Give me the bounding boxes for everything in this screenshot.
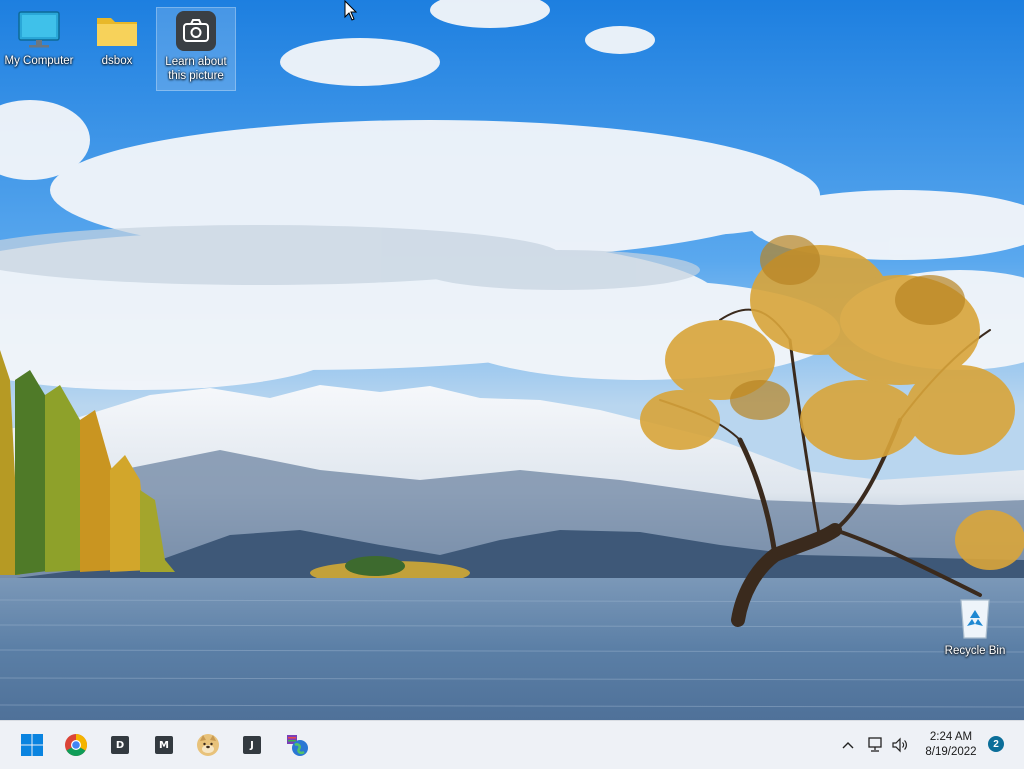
doge-icon bbox=[197, 734, 219, 756]
taskbar-app-m[interactable]: M bbox=[150, 731, 178, 759]
taskbar-app-globe[interactable] bbox=[283, 731, 311, 759]
folder-icon bbox=[97, 18, 137, 46]
desktop: My Computer dsbox Learn about this pictu… bbox=[0, 0, 1024, 720]
globe-icon bbox=[287, 735, 308, 756]
clock-time: 2:24 AM bbox=[929, 731, 973, 743]
speaker-icon bbox=[892, 737, 907, 753]
desktop-icon-my-computer[interactable]: My Computer bbox=[0, 10, 78, 68]
show-hidden-icons-button[interactable] bbox=[838, 721, 858, 769]
volume-button[interactable] bbox=[889, 721, 911, 769]
desktop-icon-dsbox[interactable]: dsbox bbox=[78, 10, 156, 68]
desktop-icon-label: Recycle Bin bbox=[944, 645, 1006, 657]
mouse-cursor-icon bbox=[344, 0, 358, 21]
desktop-icon-label: dsbox bbox=[101, 55, 133, 67]
app-d-icon: D bbox=[111, 736, 129, 754]
taskbar: D M J 2:24 AM 8/19/2022 bbox=[0, 720, 1024, 769]
taskbar-app-doge[interactable] bbox=[194, 731, 222, 759]
desktop-icon-label: Learn about this picture bbox=[165, 56, 227, 82]
chevron-up-icon bbox=[842, 742, 854, 749]
clock-date: 8/19/2022 bbox=[925, 746, 977, 758]
taskbar-app-d[interactable]: D bbox=[106, 731, 134, 759]
desktop-icon-learn-about-picture[interactable]: Learn about this picture bbox=[156, 7, 236, 91]
network-button[interactable] bbox=[864, 721, 886, 769]
windows-logo-icon bbox=[21, 734, 43, 756]
network-icon bbox=[868, 737, 882, 752]
notification-badge[interactable]: 2 bbox=[988, 736, 1004, 752]
desktop-icon-label: My Computer bbox=[4, 55, 74, 67]
app-j-icon: J bbox=[243, 736, 261, 754]
clock[interactable]: 2:24 AM 8/19/2022 bbox=[918, 730, 984, 760]
chrome-icon bbox=[65, 734, 87, 756]
taskbar-app-chrome[interactable] bbox=[62, 731, 90, 759]
wallpaper bbox=[0, 0, 1024, 720]
app-m-icon: M bbox=[155, 736, 173, 754]
desktop-icon-recycle-bin[interactable]: Recycle Bin bbox=[936, 596, 1014, 658]
start-button[interactable] bbox=[18, 731, 46, 759]
taskbar-app-j[interactable]: J bbox=[238, 731, 266, 759]
camera-icon bbox=[176, 11, 216, 51]
recycle-bin-icon bbox=[960, 599, 990, 639]
monitor-icon bbox=[18, 11, 60, 48]
